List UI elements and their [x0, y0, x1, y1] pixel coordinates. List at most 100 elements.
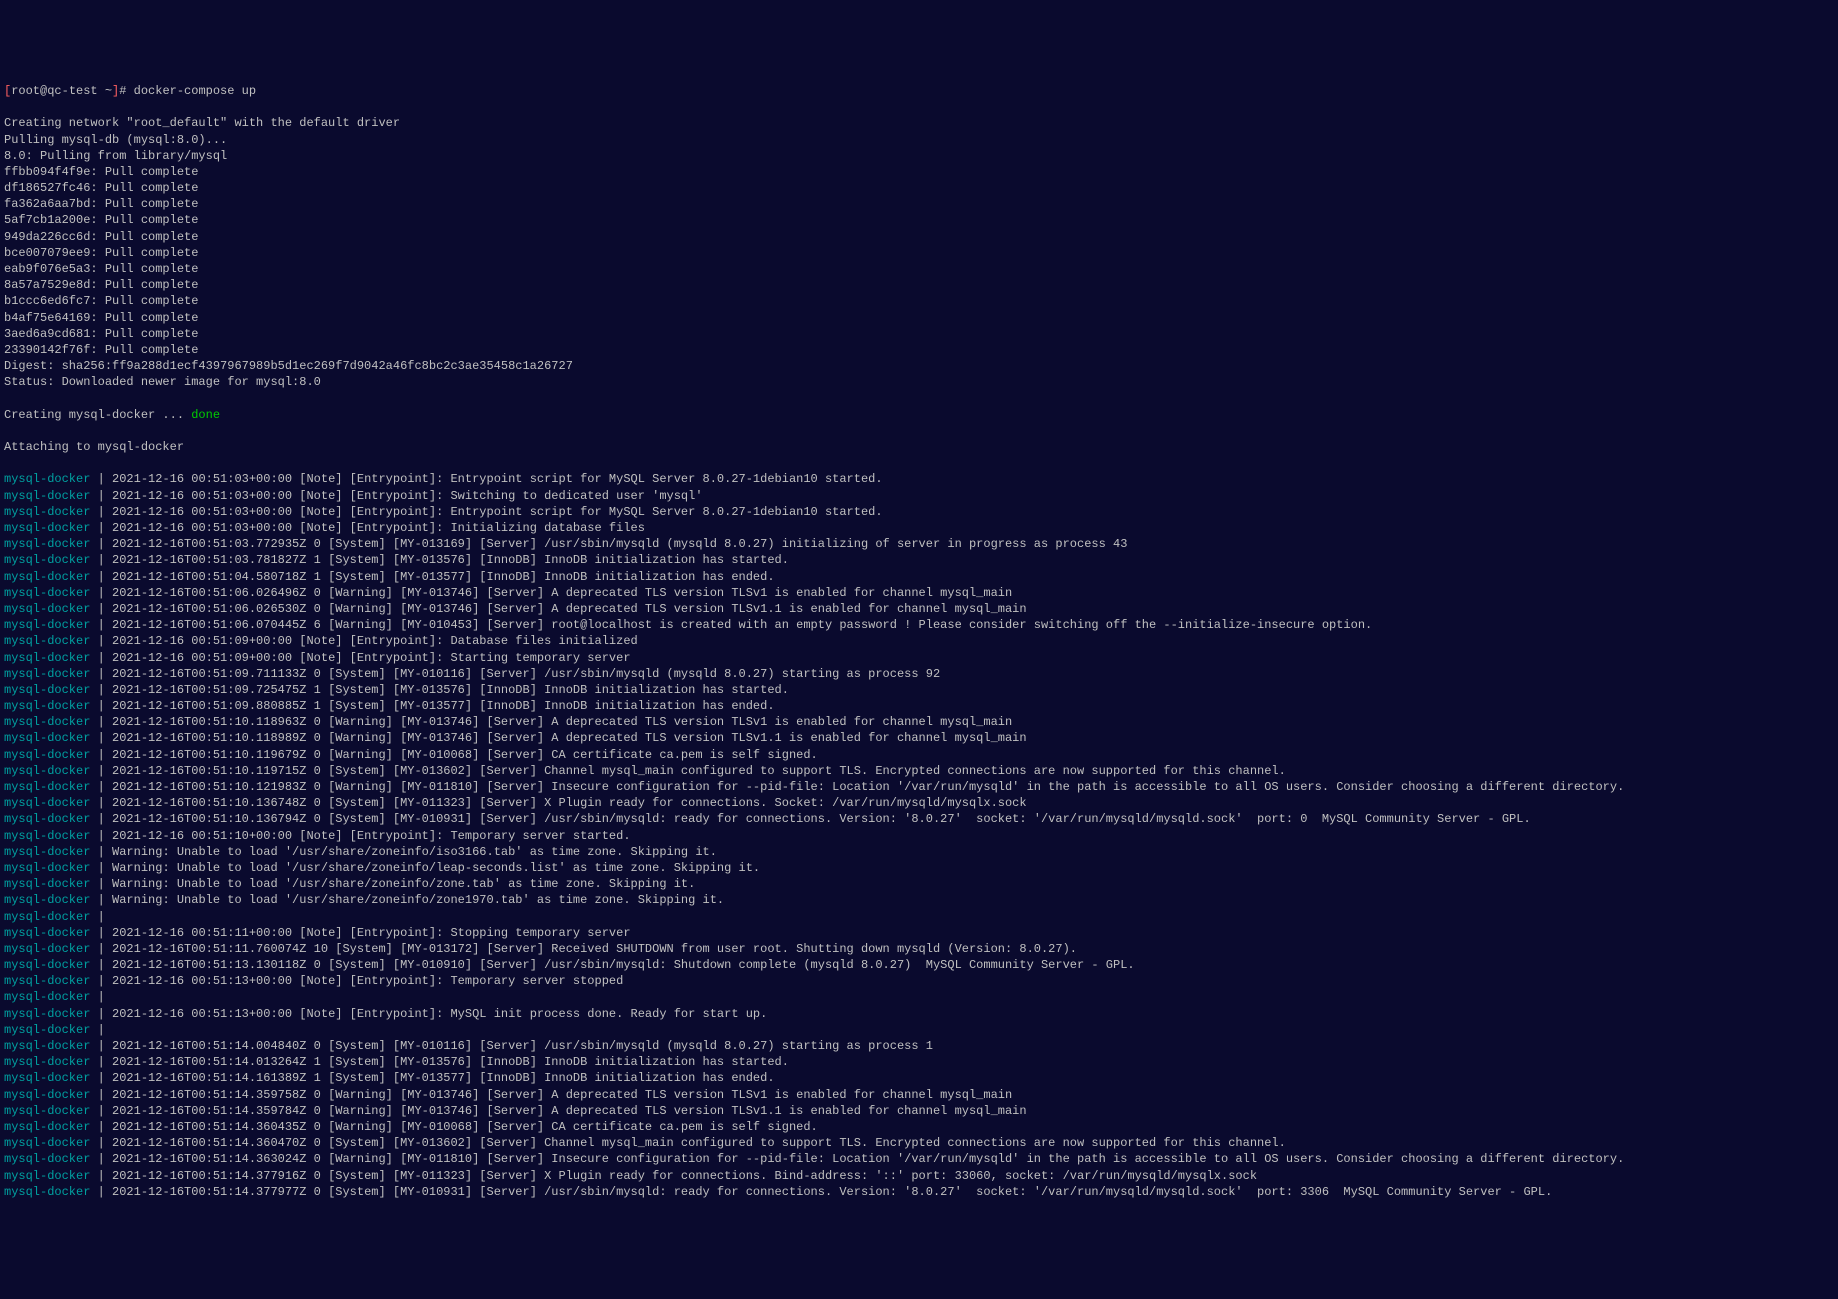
container-prefix: mysql-docker — [4, 699, 90, 713]
log-message: 2021-12-16 00:51:13+00:00 [Note] [Entryp… — [105, 974, 623, 988]
log-message: 2021-12-16T00:51:11.760074Z 10 [System] … — [105, 942, 1077, 956]
log-message: 2021-12-16T00:51:14.013264Z 1 [System] [… — [105, 1055, 789, 1069]
log-message: 2021-12-16T00:51:14.161389Z 1 [System] [… — [105, 1071, 775, 1085]
pipe-separator: | — [90, 570, 104, 584]
log-message: 2021-12-16 00:51:10+00:00 [Note] [Entryp… — [105, 829, 631, 843]
log-line: mysql-docker | 2021-12-16 00:51:13+00:00… — [4, 973, 1834, 989]
container-prefix: mysql-docker — [4, 877, 90, 891]
pipe-separator: | — [90, 910, 104, 924]
pipe-separator: | — [90, 1120, 104, 1134]
pipe-separator: | — [90, 1104, 104, 1118]
log-line: mysql-docker | — [4, 1022, 1834, 1038]
setup-line: b1ccc6ed6fc7: Pull complete — [4, 293, 1834, 309]
log-line: mysql-docker | 2021-12-16T00:51:14.37797… — [4, 1184, 1834, 1200]
pipe-separator: | — [90, 715, 104, 729]
container-prefix: mysql-docker — [4, 829, 90, 843]
container-prefix: mysql-docker — [4, 537, 90, 551]
container-prefix: mysql-docker — [4, 1071, 90, 1085]
pipe-separator: | — [90, 699, 104, 713]
pipe-separator: | — [90, 1023, 104, 1037]
container-prefix: mysql-docker — [4, 634, 90, 648]
setup-line: df186527fc46: Pull complete — [4, 180, 1834, 196]
log-line: mysql-docker | Warning: Unable to load '… — [4, 860, 1834, 876]
log-line: mysql-docker | 2021-12-16T00:51:09.72547… — [4, 682, 1834, 698]
log-line: mysql-docker | 2021-12-16T00:51:14.01326… — [4, 1054, 1834, 1070]
setup-line: 5af7cb1a200e: Pull complete — [4, 212, 1834, 228]
container-prefix: mysql-docker — [4, 926, 90, 940]
log-line: mysql-docker | — [4, 909, 1834, 925]
creating-line: Creating mysql-docker ... done — [4, 407, 1834, 423]
pipe-separator: | — [90, 1136, 104, 1150]
log-line: mysql-docker | 2021-12-16T00:51:14.00484… — [4, 1038, 1834, 1054]
pipe-separator: | — [90, 1152, 104, 1166]
setup-line: ffbb094f4f9e: Pull complete — [4, 164, 1834, 180]
container-prefix: mysql-docker — [4, 1169, 90, 1183]
container-prefix: mysql-docker — [4, 1136, 90, 1150]
pipe-separator: | — [90, 780, 104, 794]
log-line: mysql-docker | 2021-12-16T00:51:09.71113… — [4, 666, 1834, 682]
log-line: mysql-docker | 2021-12-16T00:51:14.16138… — [4, 1070, 1834, 1086]
log-line: mysql-docker | 2021-12-16T00:51:14.37791… — [4, 1168, 1834, 1184]
log-line: mysql-docker | 2021-12-16 00:51:09+00:00… — [4, 650, 1834, 666]
pipe-separator: | — [90, 958, 104, 972]
log-line: mysql-docker | 2021-12-16T00:51:06.07044… — [4, 617, 1834, 633]
log-message: 2021-12-16T00:51:10.119679Z 0 [Warning] … — [105, 748, 818, 762]
container-prefix: mysql-docker — [4, 683, 90, 697]
pipe-separator: | — [90, 1055, 104, 1069]
log-message: 2021-12-16 00:51:09+00:00 [Note] [Entryp… — [105, 651, 631, 665]
log-message: 2021-12-16T00:51:10.121983Z 0 [Warning] … — [105, 780, 1624, 794]
log-line: mysql-docker | 2021-12-16 00:51:10+00:00… — [4, 828, 1834, 844]
setup-line: bce007079ee9: Pull complete — [4, 245, 1834, 261]
pipe-separator: | — [90, 634, 104, 648]
log-message: 2021-12-16T00:51:06.070445Z 6 [Warning] … — [105, 618, 1372, 632]
container-prefix: mysql-docker — [4, 748, 90, 762]
log-line: mysql-docker | 2021-12-16T00:51:09.88088… — [4, 698, 1834, 714]
log-line: mysql-docker | 2021-12-16T00:51:10.12198… — [4, 779, 1834, 795]
container-prefix: mysql-docker — [4, 715, 90, 729]
log-message: 2021-12-16T00:51:09.725475Z 1 [System] [… — [105, 683, 789, 697]
log-line: mysql-docker | 2021-12-16 00:51:03+00:00… — [4, 471, 1834, 487]
container-prefix: mysql-docker — [4, 764, 90, 778]
log-message: 2021-12-16 00:51:03+00:00 [Note] [Entryp… — [105, 521, 645, 535]
command-prompt: [root@qc-test ~]# docker-compose up — [4, 83, 1834, 99]
log-line: mysql-docker | 2021-12-16T00:51:11.76007… — [4, 941, 1834, 957]
log-message: 2021-12-16T00:51:14.377916Z 0 [System] [… — [105, 1169, 1257, 1183]
container-prefix: mysql-docker — [4, 958, 90, 972]
container-prefix: mysql-docker — [4, 489, 90, 503]
pipe-separator: | — [90, 472, 104, 486]
container-prefix: mysql-docker — [4, 731, 90, 745]
container-prefix: mysql-docker — [4, 667, 90, 681]
log-message: 2021-12-16T00:51:09.880885Z 1 [System] [… — [105, 699, 775, 713]
setup-line: Pulling mysql-db (mysql:8.0)... — [4, 132, 1834, 148]
container-prefix: mysql-docker — [4, 1039, 90, 1053]
pipe-separator: | — [90, 602, 104, 616]
log-message: 2021-12-16T00:51:03.781827Z 1 [System] [… — [105, 553, 789, 567]
log-message: 2021-12-16 00:51:03+00:00 [Note] [Entryp… — [105, 505, 883, 519]
setup-line: fa362a6aa7bd: Pull complete — [4, 196, 1834, 212]
pipe-separator: | — [90, 796, 104, 810]
container-prefix: mysql-docker — [4, 521, 90, 535]
log-message: 2021-12-16T00:51:03.772935Z 0 [System] [… — [105, 537, 1128, 551]
log-line: mysql-docker | 2021-12-16T00:51:14.35975… — [4, 1087, 1834, 1103]
container-prefix: mysql-docker — [4, 472, 90, 486]
terminal-output[interactable]: [root@qc-test ~]# docker-compose up Crea… — [0, 65, 1838, 1218]
log-message: 2021-12-16 00:51:13+00:00 [Note] [Entryp… — [105, 1007, 768, 1021]
pipe-separator: | — [90, 942, 104, 956]
log-line: mysql-docker | 2021-12-16T00:51:06.02653… — [4, 601, 1834, 617]
log-message: 2021-12-16T00:51:06.026530Z 0 [Warning] … — [105, 602, 1027, 616]
log-line: mysql-docker | 2021-12-16T00:51:03.77293… — [4, 536, 1834, 552]
container-prefix: mysql-docker — [4, 651, 90, 665]
pipe-separator: | — [90, 1088, 104, 1102]
setup-line: Digest: sha256:ff9a288d1ecf4397967989b5d… — [4, 358, 1834, 374]
container-prefix: mysql-docker — [4, 974, 90, 988]
done-status: done — [191, 408, 220, 422]
log-message: Warning: Unable to load '/usr/share/zone… — [105, 893, 724, 907]
log-message: 2021-12-16T00:51:10.136794Z 0 [System] [… — [105, 812, 1531, 826]
container-prefix: mysql-docker — [4, 1152, 90, 1166]
container-logs: mysql-docker | 2021-12-16 00:51:03+00:00… — [4, 471, 1834, 1199]
setup-line: 23390142f76f: Pull complete — [4, 342, 1834, 358]
pipe-separator: | — [90, 812, 104, 826]
log-line: mysql-docker | 2021-12-16T00:51:14.35978… — [4, 1103, 1834, 1119]
pipe-separator: | — [90, 861, 104, 875]
log-message: 2021-12-16T00:51:10.118989Z 0 [Warning] … — [105, 731, 1027, 745]
